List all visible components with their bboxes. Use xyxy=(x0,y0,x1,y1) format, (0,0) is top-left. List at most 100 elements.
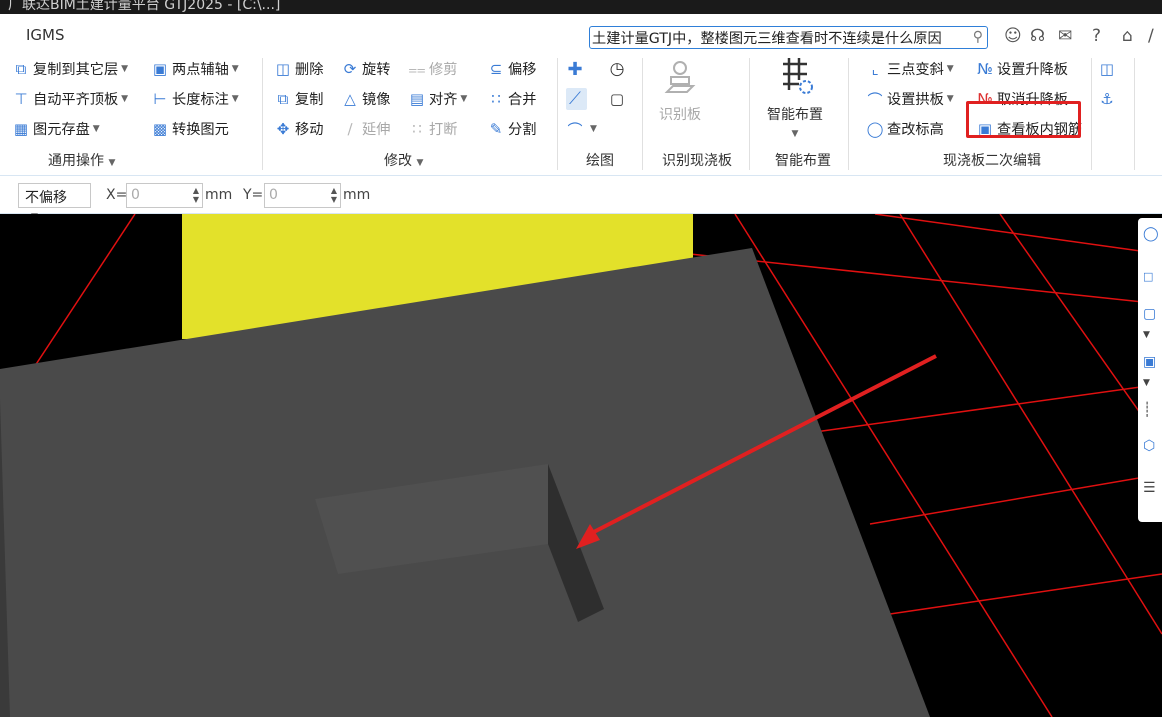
y-offset-input[interactable]: 0 ▲ ▼ xyxy=(264,183,341,208)
divider xyxy=(557,58,558,170)
offset-mode-select[interactable]: 不偏移 ▼ xyxy=(18,183,91,222)
align-top-icon: ⊤ xyxy=(14,90,28,108)
merge-button[interactable]: ∷ 合并 xyxy=(487,88,536,110)
divider xyxy=(1134,58,1135,170)
dimension-icon: ⊢ xyxy=(153,90,167,108)
x-label: X= xyxy=(106,187,128,203)
window-title: 广联达BIM土建计量平台 GTJ2025 - [C:\...] xyxy=(8,0,281,13)
group-label-secondary: 现浇板二次编辑 xyxy=(943,153,1041,169)
elevation-icon: ◯ xyxy=(866,120,884,138)
divider xyxy=(848,58,849,170)
chevron-down-icon[interactable]: ▼ xyxy=(1143,378,1150,388)
y-unit-label: mm xyxy=(343,187,371,203)
length-dimension-button[interactable]: ⊢ 长度标注 ▼ xyxy=(151,88,238,110)
offset-button[interactable]: ⊆ 偏移 xyxy=(487,58,537,80)
rectangle-draw-button[interactable]: ▢ xyxy=(608,88,629,110)
arch-icon: ⌒ xyxy=(867,90,883,109)
move-button[interactable]: ✥ 移动 xyxy=(274,118,324,140)
copy-to-layer-button[interactable]: ⧉ 复制到其它层 ▼ xyxy=(12,58,128,80)
search-box[interactable]: ⚲ xyxy=(589,26,988,49)
tab-igms[interactable]: IGMS xyxy=(26,26,65,44)
arc-icon: ⌒ xyxy=(567,120,583,139)
recognize-slab-icon xyxy=(664,61,696,93)
align-button[interactable]: ▤ 对齐 ▼ xyxy=(408,88,467,110)
headset-icon[interactable]: ☊ xyxy=(1030,26,1045,46)
3d-box-icon[interactable]: ▢ xyxy=(1143,306,1156,322)
trim-icon: ⩵ xyxy=(408,60,426,78)
group-label-general[interactable]: 通用操作 ▼ xyxy=(48,150,115,170)
arc-draw-button[interactable]: ⌒ ▼ xyxy=(566,118,596,140)
align-icon: ▤ xyxy=(409,90,425,108)
crosshair-icon: ✚ xyxy=(567,58,583,80)
set-arch-slab-button[interactable]: ⌒ 设置拱板 ▼ xyxy=(866,88,953,110)
convert-icon: ▩ xyxy=(152,120,168,138)
grid-layout-icon xyxy=(783,58,813,94)
extra-tool-button[interactable]: ◫ xyxy=(1098,58,1119,80)
line-draw-button[interactable]: ⟋ xyxy=(566,88,587,110)
slope-icon: ⌞ xyxy=(871,60,879,78)
solid-view-icon[interactable]: ▣ xyxy=(1143,354,1156,370)
rotate-button[interactable]: ⟳ 旋转 xyxy=(341,58,391,80)
title-bar: 广联达BIM土建计量平台 GTJ2025 - [C:\...] xyxy=(0,0,1162,14)
set-raise-lower-slab-button[interactable]: № 设置升降板 xyxy=(976,58,1068,80)
mirror-button[interactable]: △ 镜像 xyxy=(341,88,390,110)
rotate-icon: ⟳ xyxy=(343,60,357,78)
2d-view-icon[interactable]: □ xyxy=(1143,270,1153,283)
smart-layout-button[interactable]: 智能布置 ▼ xyxy=(760,56,830,140)
spinner-icon[interactable]: ▲ ▼ xyxy=(193,186,199,204)
recognize-slab-button[interactable]: 识别板 xyxy=(650,58,710,124)
options-bar: 不偏移 ▼ X= 0▲▼ mm Y= 0▲▼ mm xyxy=(0,175,1162,222)
line-icon: ⟋ xyxy=(569,89,581,109)
divider xyxy=(749,58,750,170)
x-offset-input[interactable]: 0 ▲ ▼ xyxy=(126,183,203,208)
ribbon: ⧉ 复制到其它层 ▼ ▣ 两点辅轴 ▼ ⊤ 自动平齐顶板 ▼ ⊢ 长度标注 ▼ ▦ 图元… xyxy=(0,52,1162,175)
move-icon: ✥ xyxy=(276,120,290,138)
3d-scene[interactable] xyxy=(0,214,1162,717)
extend-icon: ∕ xyxy=(347,120,353,138)
user-icon[interactable]: ☺ xyxy=(1004,26,1022,46)
trash-icon: ◫ xyxy=(275,60,291,78)
menu-bar: IGMS ⚲ ☺ ☊ ✉ ?▾ ⌂ ∕ xyxy=(0,14,1162,66)
view-toolbar: ◯ □ ▢ ▼ ▣ ▼ ┊ ⬡ ☰ xyxy=(1138,218,1162,522)
break-button[interactable]: ∷ 打断 xyxy=(408,118,457,140)
delete-button[interactable]: ◫ 删除 xyxy=(274,58,323,80)
minimize-icon[interactable]: ∕ xyxy=(1148,26,1154,46)
divider xyxy=(262,58,263,170)
spinner-icon[interactable]: ▲ ▼ xyxy=(331,186,337,204)
convert-element-button[interactable]: ▩ 转换图元 xyxy=(151,118,229,140)
3d-viewport[interactable] xyxy=(0,214,1162,717)
two-point-axis-button[interactable]: ▣ 两点辅轴 ▼ xyxy=(151,58,239,80)
search-icon[interactable]: ⚲ xyxy=(973,29,983,45)
column-tool-icon: ◫ xyxy=(1099,60,1115,78)
rotate-view-icon[interactable]: ◯ xyxy=(1143,226,1159,242)
clock-icon: ◷ xyxy=(609,59,625,79)
auto-align-top-button[interactable]: ⊤ 自动平齐顶板 ▼ xyxy=(12,88,128,110)
select-box-icon[interactable]: ┊ xyxy=(1143,402,1151,418)
axis-icon: ▣ xyxy=(152,60,168,78)
group-label-recognize: 识别现浇板 xyxy=(662,153,732,169)
copy-button[interactable]: ⧉ 复制 xyxy=(274,88,324,110)
save-element-icon: ▦ xyxy=(13,120,29,138)
cube-icon[interactable]: ⬡ xyxy=(1143,438,1155,454)
three-point-slope-button[interactable]: ⌞ 三点变斜 ▼ xyxy=(866,58,953,80)
properties-icon[interactable]: ☰ xyxy=(1143,480,1156,496)
skin-icon[interactable]: ⌂ xyxy=(1122,26,1133,46)
extend-button[interactable]: ∕ 延伸 xyxy=(341,118,390,140)
rotate-point-button[interactable]: ◷ xyxy=(608,58,629,80)
search-input[interactable] xyxy=(592,28,966,47)
trim-button[interactable]: ⩵ 修剪 xyxy=(408,58,457,80)
split-button[interactable]: ✎ 分割 xyxy=(487,118,537,140)
copy-layer-icon: ⧉ xyxy=(15,60,27,78)
group-label-smart: 智能布置 xyxy=(775,153,831,169)
raise-slab-icon: № xyxy=(977,60,993,78)
group-label-modify[interactable]: 修改 ▼ xyxy=(384,150,423,170)
point-draw-button[interactable]: ✚ xyxy=(566,58,587,80)
feedback-icon[interactable]: ✉ xyxy=(1058,26,1072,46)
divider xyxy=(642,58,643,170)
group-label-draw: 绘图 xyxy=(586,153,614,169)
divider xyxy=(1091,58,1092,170)
extra-tool-button-2[interactable]: ⚓ xyxy=(1098,88,1119,110)
save-element-button[interactable]: ▦ 图元存盘 ▼ xyxy=(12,118,100,140)
chevron-down-icon[interactable]: ▼ xyxy=(1143,330,1150,340)
edit-elevation-button[interactable]: ◯ 查改标高 xyxy=(866,118,944,140)
